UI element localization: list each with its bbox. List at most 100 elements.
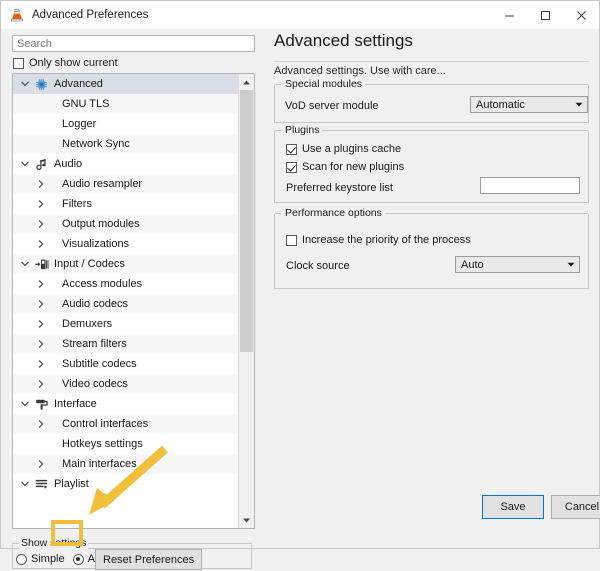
tree-scrollbar[interactable]	[238, 74, 254, 528]
scan-new-plugins-row[interactable]: Scan for new plugins	[286, 161, 404, 173]
chevron-right-icon[interactable]	[33, 214, 49, 234]
tree-item-filters[interactable]: Filters	[13, 194, 238, 214]
save-button[interactable]: Save	[482, 495, 544, 519]
group-label-performance-options: Performance options	[282, 207, 385, 219]
chevron-right-icon[interactable]	[33, 354, 49, 374]
left-panel: Only show current Advanced GNU TLS Logger N…	[1, 29, 265, 570]
page-description: Advanced settings. Use with care...	[274, 65, 446, 77]
radio-all-button[interactable]	[72, 553, 84, 565]
tree-item-label: Network Sync	[62, 138, 130, 150]
maximize-icon[interactable]	[527, 1, 563, 29]
tree-item-demuxers[interactable]: Demuxers	[13, 314, 238, 334]
tree-item-subtitle-codecs[interactable]: Subtitle codecs	[13, 354, 238, 374]
tree-item-label: Stream filters	[62, 338, 127, 350]
scan-new-plugins-label: Scan for new plugins	[302, 161, 405, 173]
tree-item-access-modules[interactable]: Access modules	[13, 274, 238, 294]
close-icon[interactable]	[563, 1, 599, 29]
vod-server-module-combo[interactable]: Automatic	[470, 96, 588, 113]
tree-item-visualizations[interactable]: Visualizations	[13, 234, 238, 254]
chevron-down-icon[interactable]	[17, 154, 33, 174]
group-label-plugins: Plugins	[282, 124, 323, 136]
clock-source-value: Auto	[461, 258, 484, 271]
chevron-right-icon[interactable]	[33, 374, 49, 394]
chevron-down-icon[interactable]	[17, 394, 33, 414]
all-radio-highlight-box	[51, 520, 83, 546]
tree-item-label: Output modules	[62, 218, 140, 230]
group-special-modules: Special modules VoD server module Automa…	[274, 78, 589, 123]
page-title: Advanced settings	[274, 31, 413, 50]
chevron-right-icon[interactable]	[33, 234, 49, 254]
tree-item-audio[interactable]: Audio	[13, 154, 238, 174]
scroll-up-icon[interactable]	[239, 74, 254, 90]
tree-item-main-interfaces[interactable]: Main interfaces	[13, 454, 238, 474]
group-top-left-1	[275, 130, 281, 131]
tree-item-audio-resampler[interactable]: Audio resampler	[13, 174, 238, 194]
chevron-right-icon[interactable]	[33, 294, 49, 314]
chevron-down-icon-2	[563, 262, 579, 267]
tree-item-video-codecs[interactable]: Video codecs	[13, 374, 238, 394]
tree-item-label: Access modules	[62, 278, 143, 290]
chevron-right-icon[interactable]	[33, 414, 49, 434]
scrollbar-track[interactable]	[239, 90, 254, 512]
radio-simple-button[interactable]	[16, 553, 27, 565]
only-show-current-checkbox[interactable]	[13, 57, 24, 69]
field-label-preferred-keystore-list: Preferred keystore list	[286, 182, 393, 194]
search-input[interactable]	[12, 35, 255, 52]
increase-priority-row[interactable]: Increase the priority of the process	[286, 234, 471, 246]
dialog-body: Only show current Advanced GNU TLS Logger N…	[1, 29, 600, 570]
preferred-keystore-list-input[interactable]	[480, 177, 580, 194]
tree-item-control-interfaces[interactable]: Control interfaces	[13, 414, 238, 434]
chevron-right-icon[interactable]	[33, 314, 49, 334]
scroll-down-icon[interactable]	[239, 512, 254, 528]
vlc-cone-icon	[9, 7, 25, 23]
increase-priority-checkbox[interactable]	[286, 234, 297, 246]
chevron-right-icon[interactable]	[33, 194, 49, 214]
tree-item-label: Video codecs	[62, 378, 128, 390]
tree-item-audio-codecs[interactable]: Audio codecs	[13, 294, 238, 314]
tree-item-label: Audio	[54, 158, 83, 170]
chevron-right-icon[interactable]	[33, 334, 49, 354]
tree-item-stream-filters[interactable]: Stream filters	[13, 334, 238, 354]
tree-item-gnu-tls[interactable]: GNU TLS	[13, 94, 238, 114]
tree-item-label: Audio resampler	[62, 178, 143, 190]
minimize-icon[interactable]	[491, 1, 527, 29]
tree-item-label: Audio codecs	[62, 298, 129, 310]
only-show-current-row[interactable]: Only show current	[13, 57, 118, 69]
right-panel: Advanced settings Advanced settings. Use…	[265, 29, 600, 548]
reset-preferences-button[interactable]: Reset Preferences	[95, 549, 203, 570]
chevron-down-icon[interactable]	[17, 254, 33, 274]
radio-simple[interactable]: Simple	[16, 553, 65, 565]
tree-item-network-sync[interactable]: Network Sync	[13, 134, 238, 154]
tree-item-hotkeys-settings[interactable]: Hotkeys settings	[13, 434, 238, 454]
tree-item-advanced[interactable]: Advanced	[13, 74, 238, 94]
input-codecs-icon	[33, 254, 50, 274]
frame-top-right	[78, 543, 252, 544]
scan-new-plugins-checkbox[interactable]	[286, 161, 297, 173]
group-top-right-2	[383, 213, 588, 214]
chevron-down-icon[interactable]	[17, 74, 33, 94]
cancel-button[interactable]: Cancel	[551, 495, 600, 519]
scrollbar-thumb[interactable]	[240, 90, 253, 352]
clock-source-combo[interactable]: Auto	[455, 256, 580, 273]
chevron-right-icon[interactable]	[33, 174, 49, 194]
use-plugins-cache-row[interactable]: Use a plugins cache	[286, 143, 401, 155]
tree-item-output-modules[interactable]: Output modules	[13, 214, 238, 234]
show-settings-group: Show settings Simple All Reset Preferenc…	[8, 537, 258, 571]
use-plugins-cache-label: Use a plugins cache	[302, 143, 402, 155]
preferences-tree[interactable]: Advanced GNU TLS Logger Network Sync Audio Au…	[12, 73, 255, 529]
tree-rows[interactable]: Advanced GNU TLS Logger Network Sync Audio Au…	[13, 74, 238, 528]
tree-item-interface[interactable]: Interface	[13, 394, 238, 414]
tree-item-label: Interface	[54, 398, 97, 410]
chevron-down-icon[interactable]	[17, 474, 33, 494]
tree-item-label: GNU TLS	[62, 98, 110, 110]
chevron-right-icon[interactable]	[33, 454, 49, 474]
tree-item-input-codecs[interactable]: Input / Codecs	[13, 254, 238, 274]
window-controls	[491, 1, 599, 29]
window-title: Advanced Preferences	[32, 9, 149, 21]
tree-item-playlist[interactable]: Playlist	[13, 474, 238, 494]
use-plugins-cache-checkbox[interactable]	[286, 143, 297, 155]
chevron-right-icon[interactable]	[33, 274, 49, 294]
tree-item-logger[interactable]: Logger	[13, 114, 238, 134]
